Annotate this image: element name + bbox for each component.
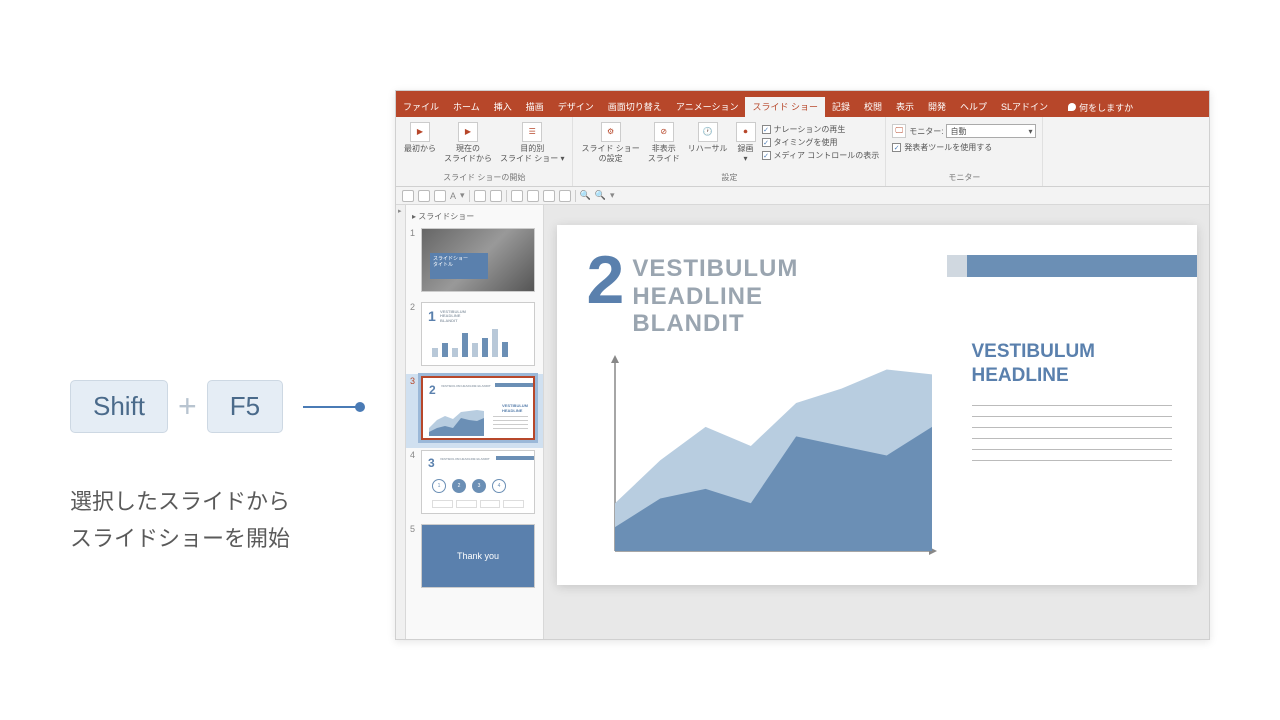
tab-insert[interactable]: 挿入 (487, 97, 519, 117)
qat-redo-button[interactable] (434, 190, 446, 202)
qat-save-button[interactable] (402, 190, 414, 202)
bulb-icon (1068, 103, 1076, 111)
custom-slideshow-button[interactable]: ☰ 目的別 スライド ショー ▾ (498, 120, 566, 165)
clock-icon: 🕐 (698, 122, 718, 142)
slide-canvas[interactable]: 2 VESTIBULUM HEADLINE BLANDIT VESTIBULUM… (544, 205, 1209, 639)
thumbnail-panel: ▸ スライドショー 1 スライドショータイトル 2 1 VESTIBULUM H… (406, 205, 544, 639)
outline-toggle[interactable] (396, 205, 406, 639)
tab-design[interactable]: デザイン (551, 97, 601, 117)
monitor-label: モニター: (909, 126, 943, 137)
ribbon-group-monitor: 🖵 モニター: 自動▾ ✓発表者ツールを使用する モニター (886, 117, 1043, 186)
placeholder-lines (972, 405, 1172, 471)
rehearse-button[interactable]: 🕐 リハーサル (686, 120, 730, 156)
plus-icon: + (178, 388, 197, 425)
zoom-out-icon[interactable]: 🔍 (580, 190, 591, 201)
timings-checkbox[interactable]: ✓タイミングを使用 (762, 137, 880, 148)
tab-slideshow[interactable]: スライド ショー (745, 97, 825, 117)
chevron-down-icon: ▾ (1028, 127, 1032, 136)
play-icon: ▶ (410, 122, 430, 142)
quick-access-toolbar: A ▾ 🔍 🔍 ▾ (396, 187, 1209, 205)
key-f5: F5 (207, 380, 283, 433)
tab-help[interactable]: ヘルプ (953, 97, 994, 117)
qat-btn-5[interactable] (543, 190, 555, 202)
tab-draw[interactable]: 描画 (519, 97, 551, 117)
thumbnail-2[interactable]: 2 1 VESTIBULUM HEADLINE BLANDIT (406, 300, 543, 374)
arrow-connector (303, 406, 363, 408)
tell-me-search[interactable]: 何をしますか (1061, 97, 1140, 117)
tab-file[interactable]: ファイル (396, 97, 446, 117)
ribbon: ▶ 最初から ▶ 現在の スライドから ☰ 目的別 スライド ショー ▾ スライ… (396, 117, 1209, 187)
from-current-button[interactable]: ▶ 現在の スライドから (442, 120, 494, 165)
tab-record[interactable]: 記録 (825, 97, 857, 117)
tab-home[interactable]: ホーム (446, 97, 487, 117)
hide-icon: ⊘ (654, 122, 674, 142)
accent-bar (967, 255, 1197, 277)
mini-area-chart-icon (429, 406, 484, 436)
media-controls-checkbox[interactable]: ✓メディア コントロールの表示 (762, 150, 880, 161)
custom-show-icon: ☰ (522, 122, 542, 142)
tab-view[interactable]: 表示 (889, 97, 921, 117)
ribbon-group-start: ▶ 最初から ▶ 現在の スライドから ☰ 目的別 スライド ショー ▾ スライ… (396, 117, 573, 186)
narration-checkbox[interactable]: ✓ナレーションの再生 (762, 124, 880, 135)
qat-btn-3[interactable] (511, 190, 523, 202)
key-combo: Shift + F5 (70, 380, 363, 433)
thumbnail-4[interactable]: 4 3 VESTIBULUM HEADLINE BLANDIT 1234 (406, 448, 543, 522)
ribbon-tabs: ファイル ホーム 挿入 描画 デザイン 画面切り替え アニメーション スライド … (396, 97, 1209, 117)
thumbnail-1[interactable]: 1 スライドショータイトル (406, 226, 543, 300)
thumbnail-3[interactable]: 3 2 VESTIBULUM HEADLINE BLANDIT VESTIBUL… (406, 374, 543, 448)
thumbnail-5[interactable]: 5 Thank you (406, 522, 543, 596)
slide[interactable]: 2 VESTIBULUM HEADLINE BLANDIT VESTIBULUM… (557, 225, 1197, 585)
shortcut-instruction-panel: Shift + F5 選択したスライドから スライドショーを開始 (70, 380, 363, 558)
tab-review[interactable]: 校閲 (857, 97, 889, 117)
from-beginning-button[interactable]: ▶ 最初から (402, 120, 438, 156)
qat-btn-2[interactable] (490, 190, 502, 202)
side-title: VESTIBULUM HEADLINE (972, 340, 1172, 388)
qat-btn-1[interactable] (474, 190, 486, 202)
setup-slideshow-button[interactable]: ⚙ スライド ショー の設定 (579, 120, 641, 165)
group-start-label: スライド ショーの開始 (402, 172, 566, 183)
tab-animations[interactable]: アニメーション (669, 97, 746, 117)
record-button[interactable]: ⏺ 録画 ▾ (734, 120, 758, 165)
record-icon: ⏺ (736, 122, 756, 142)
qat-btn-6[interactable] (559, 190, 571, 202)
key-shift: Shift (70, 380, 168, 433)
main-area: ▸ スライドショー 1 スライドショータイトル 2 1 VESTIBULUM H… (396, 205, 1209, 639)
tab-sladdin[interactable]: SLアドイン (994, 97, 1055, 117)
group-monitor-label: モニター (892, 172, 1036, 183)
qat-undo-button[interactable] (418, 190, 430, 202)
qat-btn-4[interactable] (527, 190, 539, 202)
area-chart (597, 355, 937, 565)
tab-transitions[interactable]: 画面切り替え (601, 97, 669, 117)
hide-slide-button[interactable]: ⊘ 非表示 スライド (646, 120, 682, 165)
setup-icon: ⚙ (601, 122, 621, 142)
play-current-icon: ▶ (458, 122, 478, 142)
group-setup-label: 設定 (579, 172, 879, 183)
powerpoint-window: ファイル ホーム 挿入 描画 デザイン 画面切り替え アニメーション スライド … (395, 90, 1210, 640)
tab-developer[interactable]: 開発 (921, 97, 953, 117)
thumbnail-header: ▸ スライドショー (406, 209, 543, 226)
monitor-select[interactable]: 自動▾ (946, 124, 1036, 138)
presenter-view-checkbox[interactable]: ✓発表者ツールを使用する (892, 142, 992, 153)
zoom-in-icon[interactable]: 🔍 (595, 190, 606, 201)
instruction-text: 選択したスライドから スライドショーを開始 (70, 483, 363, 558)
ribbon-group-setup: ⚙ スライド ショー の設定 ⊘ 非表示 スライド 🕐 リハーサル ⏺ (573, 117, 886, 186)
slide-number: 2 (587, 250, 625, 311)
monitor-icon: 🖵 (892, 124, 906, 138)
